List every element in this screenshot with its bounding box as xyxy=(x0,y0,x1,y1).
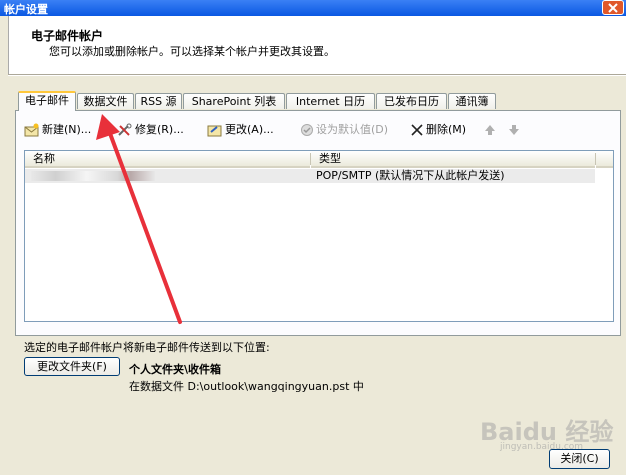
tab-email[interactable]: 电子邮件 xyxy=(18,91,76,111)
arrow-head-icon xyxy=(96,114,120,140)
annotation-arrow xyxy=(96,114,182,324)
